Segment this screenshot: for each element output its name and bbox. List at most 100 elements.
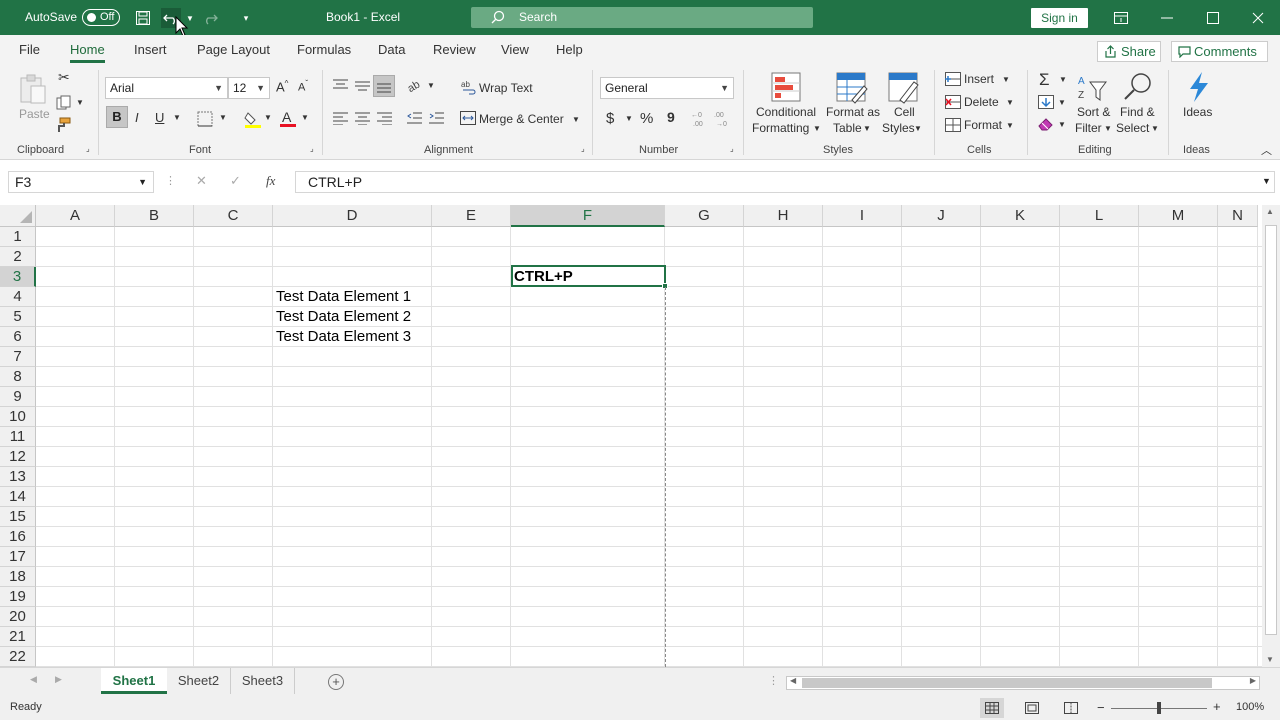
- merge-dropdown-icon[interactable]: ▼: [572, 115, 580, 124]
- font-color-icon[interactable]: A: [279, 109, 297, 133]
- row-header-15[interactable]: 15: [0, 507, 36, 527]
- delete-cells-icon[interactable]: [945, 95, 961, 114]
- column-header-n[interactable]: N: [1218, 205, 1258, 227]
- tab-view[interactable]: View: [501, 42, 529, 57]
- scroll-right-icon[interactable]: ▶: [1250, 676, 1256, 685]
- row-header-14[interactable]: 14: [0, 487, 36, 507]
- row-header-11[interactable]: 11: [0, 427, 36, 447]
- merge-center-button[interactable]: Merge & Center: [479, 112, 564, 126]
- alignment-launcher-icon[interactable]: ⌟: [581, 144, 585, 153]
- borders-icon[interactable]: [197, 111, 213, 132]
- find-select-label[interactable]: Find &: [1120, 105, 1155, 119]
- number-format-select[interactable]: General ▼: [600, 77, 734, 99]
- cell-d6[interactable]: Test Data Element 3: [276, 328, 411, 345]
- fill-icon[interactable]: [1038, 95, 1054, 114]
- copy-icon[interactable]: [56, 95, 72, 116]
- row-header-2[interactable]: 2: [0, 247, 36, 267]
- align-left-icon[interactable]: [333, 112, 348, 130]
- comments-button[interactable]: Comments: [1171, 41, 1268, 62]
- row-header-3[interactable]: 3: [0, 267, 36, 287]
- format-as-table-label-2[interactable]: Table: [833, 121, 862, 135]
- row-header-5[interactable]: 5: [0, 307, 36, 327]
- expand-formula-bar-icon[interactable]: ▼: [1262, 176, 1271, 186]
- column-header-k[interactable]: K: [981, 205, 1060, 227]
- insert-function-icon[interactable]: fx: [266, 173, 275, 189]
- top-align-icon[interactable]: [333, 79, 348, 97]
- autosum-dropdown-icon[interactable]: ▼: [1059, 75, 1067, 84]
- select-all-button[interactable]: [0, 205, 36, 227]
- cancel-entry-icon[interactable]: ✕: [196, 173, 207, 189]
- comma-style-button[interactable]: 9: [667, 109, 675, 125]
- cell-styles-icon[interactable]: [888, 72, 920, 109]
- format-dropdown-icon[interactable]: ▼: [1006, 121, 1014, 130]
- format-as-table-label[interactable]: Format as: [826, 105, 880, 119]
- decrease-font-size-icon[interactable]: Aˇ: [298, 79, 308, 94]
- tab-insert[interactable]: Insert: [134, 42, 167, 57]
- save-icon[interactable]: [133, 8, 153, 28]
- column-header-e[interactable]: E: [432, 205, 511, 227]
- merge-center-icon[interactable]: [460, 111, 476, 130]
- zoom-in-icon[interactable]: +: [1213, 699, 1221, 714]
- row-header-12[interactable]: 12: [0, 447, 36, 467]
- row-header-9[interactable]: 9: [0, 387, 36, 407]
- insert-cells-icon[interactable]: [945, 72, 961, 91]
- row-header-17[interactable]: 17: [0, 547, 36, 567]
- fill-color-icon[interactable]: [244, 110, 262, 133]
- close-icon[interactable]: [1248, 8, 1268, 28]
- row-header-10[interactable]: 10: [0, 407, 36, 427]
- cell-d4[interactable]: Test Data Element 1: [276, 288, 411, 305]
- row-header-7[interactable]: 7: [0, 347, 36, 367]
- sort-filter-label-2[interactable]: Filter: [1075, 121, 1102, 135]
- sign-in-button[interactable]: Sign in: [1031, 8, 1088, 28]
- font-color-dropdown-icon[interactable]: ▼: [301, 113, 309, 122]
- tab-split-icon[interactable]: ⋮: [768, 674, 779, 687]
- ribbon-display-options-icon[interactable]: [1111, 8, 1131, 28]
- insert-cells-button[interactable]: Insert: [964, 72, 994, 86]
- orientation-dropdown-icon[interactable]: ▼: [427, 81, 435, 90]
- tab-page-layout[interactable]: Page Layout: [197, 42, 270, 57]
- collapse-ribbon-icon[interactable]: ︿: [1261, 142, 1272, 158]
- sheet-tab-sheet1[interactable]: Sheet1: [101, 668, 167, 694]
- clear-dropdown-icon[interactable]: ▼: [1058, 120, 1066, 129]
- previous-sheet-icon[interactable]: ◀: [30, 674, 37, 685]
- format-cells-icon[interactable]: [945, 118, 961, 137]
- delete-cells-button[interactable]: Delete: [964, 95, 999, 109]
- sort-filter-icon[interactable]: AZ: [1078, 72, 1108, 109]
- row-header-22[interactable]: 22: [0, 647, 36, 667]
- redo-icon[interactable]: [200, 8, 220, 28]
- zoom-level[interactable]: 100%: [1236, 701, 1264, 713]
- currency-dropdown-icon[interactable]: ▼: [625, 114, 633, 123]
- font-launcher-icon[interactable]: ⌟: [310, 144, 314, 153]
- column-header-b[interactable]: B: [115, 205, 194, 227]
- clear-icon[interactable]: [1038, 117, 1054, 136]
- conditional-formatting-dropdown-icon[interactable]: ▼: [813, 124, 821, 133]
- font-size-select[interactable]: 12 ▼: [228, 77, 270, 99]
- tab-formulas[interactable]: Formulas: [297, 42, 351, 57]
- row-header-16[interactable]: 16: [0, 527, 36, 547]
- cell-d5[interactable]: Test Data Element 2: [276, 308, 411, 325]
- italic-button[interactable]: I: [135, 110, 139, 125]
- ideas-icon[interactable]: [1184, 71, 1212, 108]
- horizontal-scrollbar[interactable]: ◀ ▶: [786, 676, 1260, 690]
- column-header-c[interactable]: C: [194, 205, 273, 227]
- autosave-toggle[interactable]: Off: [82, 9, 120, 26]
- format-as-table-dropdown-icon[interactable]: ▼: [863, 124, 871, 133]
- row-header-19[interactable]: 19: [0, 587, 36, 607]
- confirm-entry-icon[interactable]: ✓: [230, 173, 241, 189]
- column-header-i[interactable]: I: [823, 205, 902, 227]
- format-as-table-icon[interactable]: [836, 72, 868, 109]
- tab-home[interactable]: Home: [70, 42, 105, 63]
- row-header-21[interactable]: 21: [0, 627, 36, 647]
- orientation-icon[interactable]: ab: [406, 77, 425, 98]
- zoom-out-icon[interactable]: −: [1097, 700, 1105, 715]
- column-header-h[interactable]: H: [744, 205, 823, 227]
- find-select-dropdown-icon[interactable]: ▼: [1151, 124, 1159, 133]
- tab-data[interactable]: Data: [378, 42, 405, 57]
- name-box[interactable]: F3 ▼: [8, 171, 154, 193]
- page-layout-view-icon[interactable]: [1025, 702, 1039, 717]
- tab-file[interactable]: File: [19, 42, 40, 57]
- currency-button[interactable]: $: [606, 110, 614, 127]
- middle-align-icon[interactable]: [355, 79, 370, 97]
- delete-dropdown-icon[interactable]: ▼: [1006, 98, 1014, 107]
- sort-filter-label[interactable]: Sort &: [1077, 105, 1110, 119]
